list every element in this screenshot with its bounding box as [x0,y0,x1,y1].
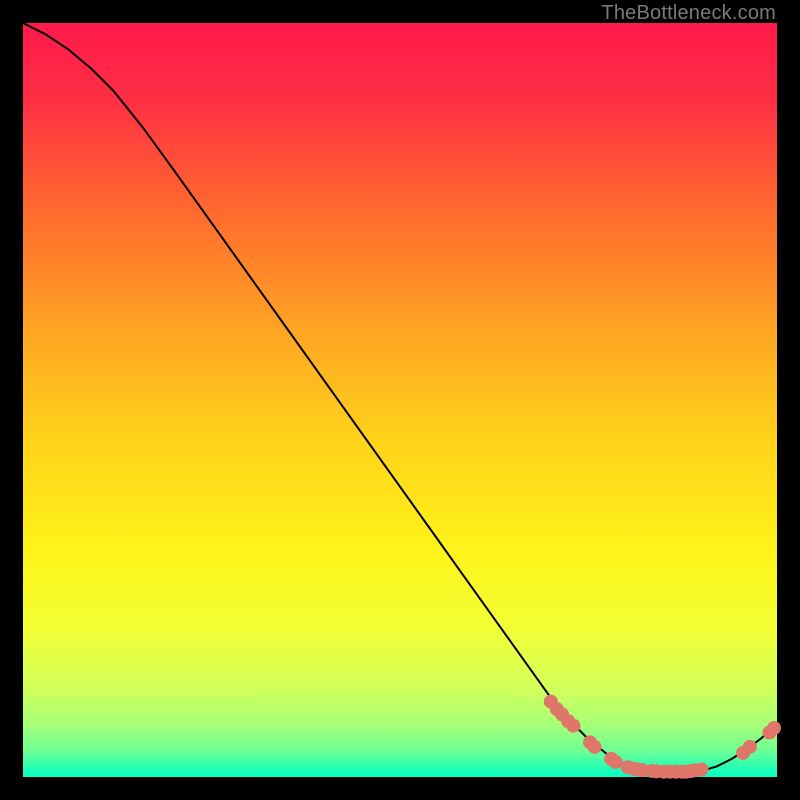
data-marker [609,755,623,769]
data-marker [767,721,781,735]
data-marker [743,740,757,754]
bottleneck-curve [23,23,777,772]
data-marker [695,762,709,776]
watermark-text: TheBottleneck.com [601,2,776,25]
chart-frame: TheBottleneck.com [0,0,800,800]
plot-area [23,23,777,777]
chart-svg [23,23,777,777]
data-marker [566,719,580,733]
data-marker [588,740,602,754]
